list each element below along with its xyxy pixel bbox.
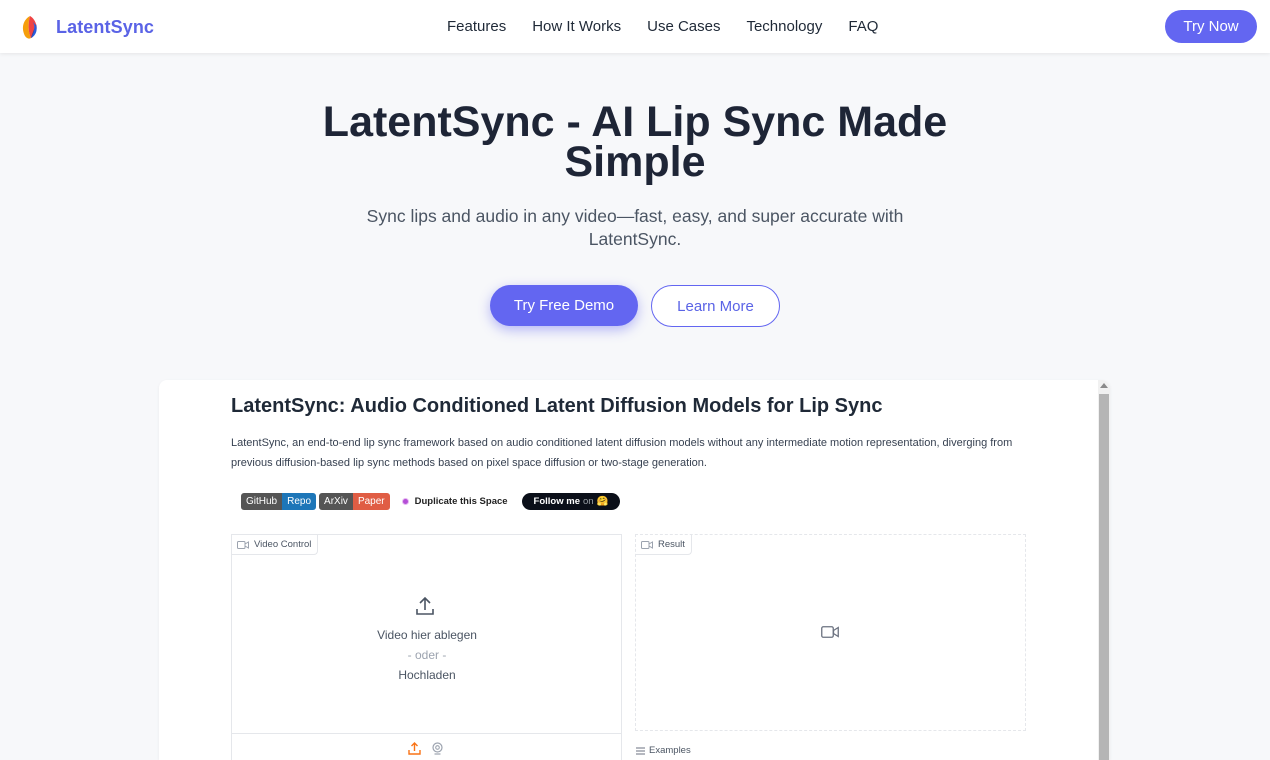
duplicate-space-link[interactable]: Duplicate this Space [401, 496, 508, 507]
nav-technology[interactable]: Technology [746, 18, 822, 35]
app-title: LatentSync: Audio Conditioned Latent Dif… [231, 395, 883, 417]
hero-subtitle: Sync lips and audio in any video—fast, e… [335, 205, 935, 251]
examples-label: Examples [636, 745, 691, 756]
github-badge-right: Repo [282, 493, 317, 510]
main-nav: Features How It Works Use Cases Technolo… [447, 18, 904, 35]
list-icon [636, 747, 645, 754]
brand[interactable]: LatentSync [19, 14, 154, 40]
or-separator-text: - oder - [407, 648, 447, 662]
video-control-label: Video Control [232, 535, 319, 555]
video-camera-icon [237, 540, 249, 549]
github-repo-badge[interactable]: GitHub Repo [241, 493, 317, 510]
scrollbar[interactable] [1098, 380, 1110, 760]
nav-features[interactable]: Features [447, 18, 506, 35]
video-placeholder-icon [821, 626, 839, 638]
try-free-demo-button[interactable]: Try Free Demo [490, 285, 638, 326]
follow-on-label: on [583, 496, 594, 507]
hugging-face-icon: 🤗 [596, 496, 609, 507]
follow-me-badge[interactable]: Follow me on 🤗 [521, 493, 621, 510]
hero-subtitle-line1: Sync lips and audio in any video—fast, e… [366, 206, 904, 226]
site-header: LatentSync Features How It Works Use Cas… [0, 0, 1270, 53]
badge-row: GitHub Repo ArXiv Paper Duplicate this S… [241, 493, 621, 510]
drop-video-text: Video hier ablegen [377, 628, 477, 642]
hero-subtitle-line2: LatentSync. [588, 229, 682, 249]
scroll-up-arrow-icon[interactable] [1100, 383, 1108, 388]
result-label-text: Result [658, 539, 685, 550]
video-control-label-text: Video Control [254, 539, 312, 550]
arxiv-paper-badge[interactable]: ArXiv Paper [319, 493, 390, 510]
app-description: LatentSync, an end-to-end lip sync frame… [231, 434, 1031, 473]
scroll-thumb[interactable] [1099, 394, 1109, 760]
arxiv-badge-right: Paper [352, 493, 390, 510]
result-label: Result [636, 535, 692, 555]
github-badge-left: GitHub [241, 493, 283, 510]
result-panel: Result [635, 534, 1026, 731]
nav-use-cases[interactable]: Use Cases [647, 18, 720, 35]
follow-label: Follow me [533, 496, 580, 507]
nav-faq[interactable]: FAQ [848, 18, 878, 35]
hero-title-line2: Simple [564, 138, 706, 186]
result-camera-icon [641, 540, 653, 549]
app-description-line1: LatentSync, an end-to-end lip sync frame… [231, 437, 1013, 449]
duplicate-space-icon [401, 498, 409, 505]
video-source-icons [408, 742, 444, 755]
webcam-source-icon[interactable] [431, 742, 444, 755]
arxiv-badge-left: ArXiv [319, 493, 353, 510]
try-now-button[interactable]: Try Now [1165, 10, 1257, 43]
upload-text[interactable]: Hochladen [232, 668, 622, 682]
nav-how-it-works[interactable]: How It Works [532, 18, 621, 35]
app-description-line2: previous diffusion-based lip sync method… [231, 456, 707, 469]
upload-icon [416, 596, 434, 615]
video-control-panel[interactable]: Video Control Video hier ablegen - oder … [231, 534, 622, 734]
duplicate-space-label: Duplicate this Space [414, 496, 508, 507]
brand-name: LatentSync [56, 16, 155, 37]
examples-label-text: Examples [649, 745, 691, 756]
embedded-app-frame: LatentSync: Audio Conditioned Latent Dif… [159, 380, 1110, 760]
brand-logo-icon [22, 16, 37, 39]
learn-more-button[interactable]: Learn More [651, 285, 780, 327]
upload-source-icon[interactable] [408, 742, 421, 755]
hero-title: LatentSync - AI Lip Sync Made Simple [0, 101, 1270, 184]
